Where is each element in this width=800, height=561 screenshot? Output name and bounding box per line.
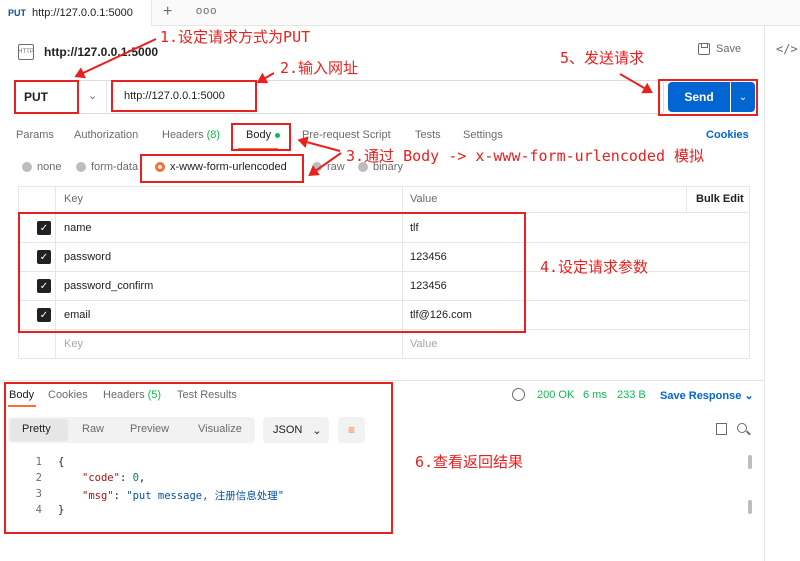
code-snippet-icon[interactable]: </> (776, 42, 798, 56)
save-response-button[interactable]: Save Response ⌄ (660, 389, 754, 402)
headers-count: (8) (206, 129, 221, 141)
annotation-arrow (299, 139, 341, 152)
http-icon: HTTP (18, 44, 34, 60)
radio-dot (22, 162, 32, 172)
right-sidebar (764, 26, 800, 561)
search-icon[interactable] (737, 423, 747, 433)
radio-none-label: none (37, 161, 62, 173)
cookies-link[interactable]: Cookies (706, 129, 749, 141)
radio-raw-label: raw (327, 161, 345, 173)
annotation-box-response (4, 382, 393, 534)
annotation-box-body-tab (231, 123, 291, 151)
request-tab[interactable]: PUT http://127.0.0.1:5000 (0, 0, 152, 26)
annotation-text-5: 5、发送请求 (560, 49, 645, 67)
annotation-text-2: 2.输入网址 (280, 59, 359, 77)
divider (0, 380, 764, 381)
scrollbar[interactable] (748, 500, 752, 514)
tab-method-label: PUT (8, 8, 26, 18)
tab-authorization[interactable]: Authorization (74, 129, 138, 141)
annotation-box-url (111, 80, 257, 112)
bulk-edit-button[interactable]: Bulk Edit (696, 193, 744, 205)
new-value-input[interactable]: Value (410, 338, 437, 350)
new-key-input[interactable]: Key (64, 338, 83, 350)
divider (106, 81, 107, 113)
tab-settings[interactable]: Settings (463, 129, 503, 141)
annotation-text-3: 3.通过 Body -> x-www-form-urlencoded 模拟 (346, 147, 705, 165)
copy-icon[interactable] (716, 423, 727, 435)
annotation-box-params (18, 212, 526, 333)
annotation-box-urlencoded (140, 154, 304, 183)
annotation-text-6: 6.查看返回结果 (415, 453, 524, 471)
save-button[interactable]: Save (698, 43, 741, 55)
annotation-text-1: 1.设定请求方式为PUT (160, 28, 311, 46)
new-tab-icon[interactable]: + (163, 3, 172, 21)
annotation-box-method (14, 80, 79, 114)
column-value: Value (410, 193, 438, 205)
save-response-label: Save Response (660, 390, 742, 402)
annotation-box-send (658, 79, 758, 116)
status-badge[interactable]: 200 OK (537, 389, 574, 401)
annotation-text-4: 4.设定请求参数 (540, 258, 649, 276)
radio-form-data[interactable]: form-data (76, 161, 138, 173)
save-icon (698, 43, 710, 55)
globe-icon[interactable] (512, 388, 525, 401)
radio-form-data-label: form-data (91, 161, 139, 173)
tab-url-label: http://127.0.0.1:5000 (32, 7, 133, 19)
tab-headers-label: Headers (162, 129, 204, 141)
tab-tests[interactable]: Tests (415, 129, 441, 141)
tab-headers[interactable]: Headers (8) (162, 129, 220, 141)
response-time[interactable]: 6 ms (583, 389, 607, 401)
chevron-down-icon[interactable]: ⌄ (88, 89, 97, 102)
chevron-down-icon: ⌄ (744, 390, 754, 402)
radio-dot (76, 162, 86, 172)
more-tabs-icon[interactable]: ooo (196, 5, 217, 17)
response-size[interactable]: 233 B (617, 389, 646, 401)
tab-pre-request-script[interactable]: Pre-request Script (302, 129, 391, 141)
radio-none[interactable]: none (22, 161, 61, 173)
divider (686, 186, 687, 213)
table-header (18, 186, 750, 213)
column-key: Key (64, 193, 83, 205)
tab-params[interactable]: Params (16, 129, 54, 141)
scrollbar[interactable] (748, 455, 752, 469)
save-label: Save (716, 43, 742, 55)
